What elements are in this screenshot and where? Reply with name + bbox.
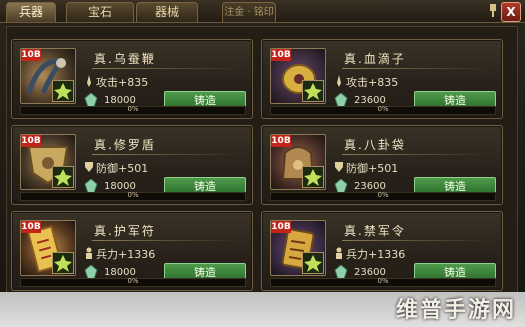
progress-bar: 0% — [270, 105, 496, 115]
item-name: 真.乌蚕鞭 — [94, 52, 156, 66]
item-card: 10B 真.血滴子 攻击+835 23600 铸造 0% — [261, 39, 503, 119]
item-image[interactable]: 10B — [270, 48, 326, 104]
item-image[interactable]: 10B — [270, 134, 326, 190]
gem-slot-icon — [302, 166, 324, 188]
item-card: 10B 真.修罗盾 防御+501 18000 铸造 0% — [11, 125, 253, 205]
gem-slot-icon — [52, 80, 74, 102]
watermark-text: 维普手游网 — [396, 298, 517, 323]
progress-text: 0% — [377, 277, 389, 285]
level-badge: 10B — [271, 135, 291, 147]
tab-gold-seal[interactable]: 注金 · 铭印 — [222, 2, 276, 22]
pin-icon[interactable] — [487, 3, 499, 17]
progress-text: 0% — [377, 105, 389, 113]
item-stat: 兵力+1336 — [96, 248, 156, 261]
gem-slot-icon — [302, 252, 324, 274]
progress-text: 0% — [127, 277, 139, 285]
divider — [92, 240, 242, 241]
progress-text: 0% — [127, 191, 139, 199]
item-name: 真.禁军令 — [344, 224, 406, 238]
level-badge: 10B — [21, 135, 41, 147]
tab-equipment[interactable]: 器械 — [136, 2, 198, 22]
progress-bar: 0% — [20, 277, 246, 287]
close-button[interactable]: X — [501, 2, 521, 22]
item-name: 真.血滴子 — [344, 52, 406, 66]
soldier-icon — [336, 247, 342, 259]
tab-gems[interactable]: 宝石 — [66, 2, 134, 22]
gem-slot-icon — [52, 166, 74, 188]
tab-bar: 兵器 宝石 器械 注金 · 铭印 X — [0, 0, 525, 23]
gem-slot-icon — [302, 80, 324, 102]
progress-text: 0% — [377, 191, 389, 199]
item-image[interactable]: 10B — [270, 220, 326, 276]
shield-icon — [85, 162, 93, 172]
item-card: 10B 真.八卦袋 防御+501 23600 铸造 0% — [261, 125, 503, 205]
progress-bar: 0% — [20, 105, 246, 115]
tab-weapons[interactable]: 兵器 — [6, 2, 56, 22]
forge-panel: 10B 真.乌蚕鞭 攻击+835 18000 铸造 0% 10B 真.血滴子 攻… — [6, 26, 518, 298]
item-stat: 兵力+1336 — [346, 248, 406, 261]
divider — [342, 154, 492, 155]
item-image[interactable]: 10B — [20, 48, 76, 104]
progress-bar: 0% — [270, 191, 496, 201]
level-badge: 10B — [21, 221, 41, 233]
divider — [342, 240, 492, 241]
item-image[interactable]: 10B — [20, 134, 76, 190]
sword-icon — [337, 75, 341, 87]
item-image[interactable]: 10B — [20, 220, 76, 276]
sword-icon — [87, 75, 91, 87]
level-badge: 10B — [271, 221, 291, 233]
item-stat: 攻击+835 — [346, 76, 399, 89]
item-name: 真.护军符 — [94, 224, 156, 238]
divider — [92, 68, 242, 69]
item-card: 10B 真.禁军令 兵力+1336 23600 铸造 0% — [261, 211, 503, 291]
progress-bar: 0% — [20, 191, 246, 201]
item-stat: 防御+501 — [96, 162, 149, 175]
gem-slot-icon — [52, 252, 74, 274]
progress-text: 0% — [127, 105, 139, 113]
soldier-icon — [86, 247, 92, 259]
item-card: 10B 真.乌蚕鞭 攻击+835 18000 铸造 0% — [11, 39, 253, 119]
level-badge: 10B — [271, 49, 291, 61]
item-name: 真.八卦袋 — [344, 138, 406, 152]
item-stat: 攻击+835 — [96, 76, 149, 89]
item-stat: 防御+501 — [346, 162, 399, 175]
item-card: 10B 真.护军符 兵力+1336 18000 铸造 0% — [11, 211, 253, 291]
level-badge: 10B — [21, 49, 41, 61]
progress-bar: 0% — [270, 277, 496, 287]
game-window: 兵器 宝石 器械 注金 · 铭印 X 10B 真.乌蚕鞭 攻击+835 1800… — [0, 0, 525, 327]
divider — [92, 154, 242, 155]
shield-icon — [335, 162, 343, 172]
divider — [342, 68, 492, 69]
item-name: 真.修罗盾 — [94, 138, 156, 152]
